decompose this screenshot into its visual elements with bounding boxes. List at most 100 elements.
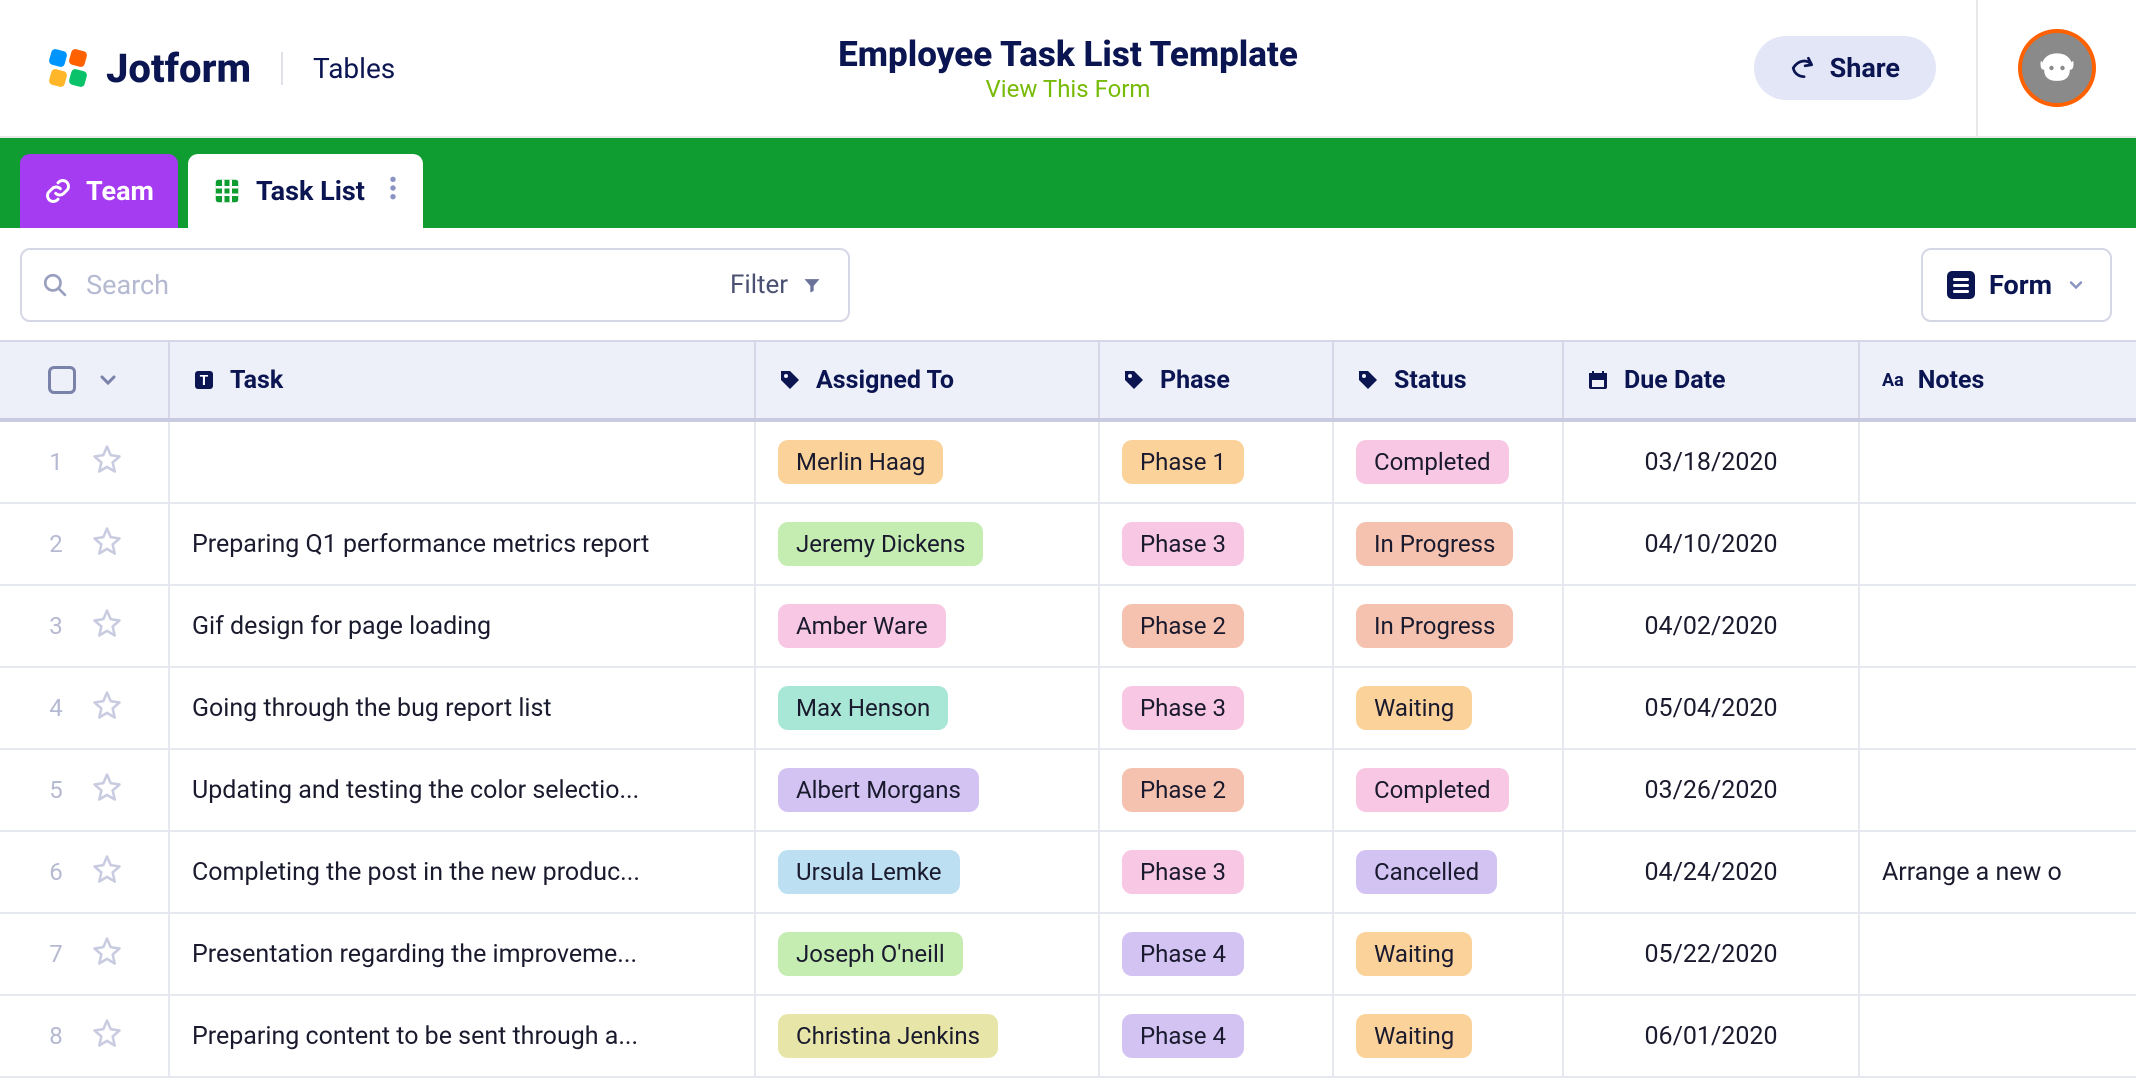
logo[interactable]: Jotform bbox=[44, 44, 251, 92]
form-button[interactable]: Form bbox=[1921, 248, 2112, 322]
cell-assigned[interactable]: Jeremy Dickens bbox=[756, 504, 1100, 584]
table-row[interactable]: 3Gif design for page loadingAmber WarePh… bbox=[0, 586, 2136, 668]
cell-due[interactable]: 05/22/2020 bbox=[1564, 914, 1860, 994]
cell-due[interactable]: 03/26/2020 bbox=[1564, 750, 1860, 830]
cell-task[interactable]: Preparing content to be sent through a..… bbox=[170, 996, 756, 1076]
cell-assigned[interactable]: Max Henson bbox=[756, 668, 1100, 748]
phase-tag: Phase 3 bbox=[1122, 522, 1244, 566]
phase-tag: Phase 1 bbox=[1122, 440, 1244, 484]
tables-label[interactable]: Tables bbox=[281, 52, 395, 85]
col-task[interactable]: T Task bbox=[170, 342, 756, 418]
assigned-tag: Merlin Haag bbox=[778, 440, 943, 484]
cell-task[interactable]: Updating and testing the color selectio.… bbox=[170, 750, 756, 830]
table-row[interactable]: 1Merlin HaagPhase 1Completed03/18/2020 bbox=[0, 422, 2136, 504]
col-phase[interactable]: Phase bbox=[1100, 342, 1334, 418]
cell-assigned[interactable]: Amber Ware bbox=[756, 586, 1100, 666]
search-box[interactable] bbox=[20, 248, 714, 322]
cell-status[interactable]: Waiting bbox=[1334, 668, 1564, 748]
row-number: 2 bbox=[46, 530, 66, 558]
cell-task[interactable]: Gif design for page loading bbox=[170, 586, 756, 666]
tab-tasklist[interactable]: Task List bbox=[188, 154, 423, 228]
cell-status[interactable]: Completed bbox=[1334, 750, 1564, 830]
cell-phase[interactable]: Phase 3 bbox=[1100, 668, 1334, 748]
cell-status[interactable]: Waiting bbox=[1334, 914, 1564, 994]
cell-due[interactable]: 05/04/2020 bbox=[1564, 668, 1860, 748]
col-due[interactable]: Due Date bbox=[1564, 342, 1860, 418]
assigned-tag: Max Henson bbox=[778, 686, 948, 730]
table-row[interactable]: 4Going through the bug report listMax He… bbox=[0, 668, 2136, 750]
star-button[interactable] bbox=[92, 1018, 122, 1054]
cell-task[interactable]: Completing the post in the new produc... bbox=[170, 832, 756, 912]
cell-status[interactable]: In Progress bbox=[1334, 586, 1564, 666]
cell-phase[interactable]: Phase 3 bbox=[1100, 504, 1334, 584]
cell-due[interactable]: 03/18/2020 bbox=[1564, 422, 1860, 502]
cell-phase[interactable]: Phase 2 bbox=[1100, 750, 1334, 830]
cell-due[interactable]: 04/24/2020 bbox=[1564, 832, 1860, 912]
cell-notes[interactable] bbox=[1860, 750, 2136, 830]
cell-notes[interactable]: Arrange a new o bbox=[1860, 832, 2136, 912]
cell-task[interactable]: Going through the bug report list bbox=[170, 668, 756, 748]
cell-notes[interactable] bbox=[1860, 504, 2136, 584]
cell-due[interactable]: 04/10/2020 bbox=[1564, 504, 1860, 584]
star-button[interactable] bbox=[92, 936, 122, 972]
table-row[interactable]: 2 Preparing Q1 performance metrics report… bbox=[0, 504, 2136, 586]
cell-notes[interactable] bbox=[1860, 914, 2136, 994]
table-row[interactable]: 8Preparing content to be sent through a.… bbox=[0, 996, 2136, 1078]
cell-status[interactable]: In Progress bbox=[1334, 504, 1564, 584]
table-row[interactable]: 5Updating and testing the color selectio… bbox=[0, 750, 2136, 832]
star-button[interactable] bbox=[92, 854, 122, 890]
cell-task[interactable]: Preparing Q1 performance metrics report bbox=[170, 504, 756, 584]
col-notes[interactable]: Aa Notes bbox=[1860, 342, 2136, 418]
form-icon bbox=[1947, 271, 1975, 299]
assigned-tag: Albert Morgans bbox=[778, 768, 979, 812]
cell-notes[interactable] bbox=[1860, 586, 2136, 666]
phase-tag: Phase 2 bbox=[1122, 604, 1244, 648]
cell-notes[interactable] bbox=[1860, 996, 2136, 1076]
table-row[interactable]: 7Presentation regarding the improveme...… bbox=[0, 914, 2136, 996]
cell-status[interactable]: Cancelled bbox=[1334, 832, 1564, 912]
select-all-checkbox[interactable] bbox=[48, 366, 76, 394]
cell-assigned[interactable]: Merlin Haag bbox=[756, 422, 1100, 502]
chevron-down-icon bbox=[2066, 275, 2086, 295]
calendar-icon bbox=[1586, 368, 1610, 392]
view-form-link[interactable]: View This Form bbox=[986, 75, 1151, 103]
cell-due[interactable]: 06/01/2020 bbox=[1564, 996, 1860, 1076]
tab-team[interactable]: Team bbox=[20, 154, 178, 228]
col-status-label: Status bbox=[1394, 366, 1467, 395]
cell-assigned[interactable]: Ursula Lemke bbox=[756, 832, 1100, 912]
status-tag: Cancelled bbox=[1356, 850, 1497, 894]
share-button[interactable]: Share bbox=[1754, 36, 1936, 100]
filter-button[interactable]: Filter bbox=[704, 248, 850, 322]
search-icon bbox=[42, 271, 68, 299]
search-input[interactable] bbox=[86, 269, 692, 301]
col-status[interactable]: Status bbox=[1334, 342, 1564, 418]
cell-phase[interactable]: Phase 4 bbox=[1100, 914, 1334, 994]
cell-phase[interactable]: Phase 3 bbox=[1100, 832, 1334, 912]
cell-status[interactable]: Waiting bbox=[1334, 996, 1564, 1076]
star-button[interactable] bbox=[92, 526, 122, 562]
star-button[interactable] bbox=[92, 608, 122, 644]
avatar[interactable] bbox=[2018, 29, 2096, 107]
star-button[interactable] bbox=[92, 444, 122, 480]
table-row[interactable]: 6Completing the post in the new produc..… bbox=[0, 832, 2136, 914]
star-button[interactable] bbox=[92, 690, 122, 726]
cell-status[interactable]: Completed bbox=[1334, 422, 1564, 502]
cell-phase[interactable]: Phase 4 bbox=[1100, 996, 1334, 1076]
form-label: Form bbox=[1989, 269, 2052, 301]
cell-notes[interactable] bbox=[1860, 668, 2136, 748]
chevron-down-icon[interactable] bbox=[96, 368, 120, 392]
cell-phase[interactable]: Phase 2 bbox=[1100, 586, 1334, 666]
page-title-block: Employee Task List Template View This Fo… bbox=[838, 34, 1298, 103]
cell-assigned[interactable]: Christina Jenkins bbox=[756, 996, 1100, 1076]
cell-due[interactable]: 04/02/2020 bbox=[1564, 586, 1860, 666]
cell-assigned[interactable]: Joseph O'neill bbox=[756, 914, 1100, 994]
cell-task[interactable]: Presentation regarding the improveme... bbox=[170, 914, 756, 994]
cell-assigned[interactable]: Albert Morgans bbox=[756, 750, 1100, 830]
cell-notes[interactable] bbox=[1860, 422, 2136, 502]
tab-menu-button[interactable] bbox=[379, 175, 407, 208]
cell-task[interactable] bbox=[170, 422, 756, 502]
col-assigned[interactable]: Assigned To bbox=[756, 342, 1100, 418]
text-aa-icon: Aa bbox=[1882, 370, 1904, 391]
star-button[interactable] bbox=[92, 772, 122, 808]
cell-phase[interactable]: Phase 1 bbox=[1100, 422, 1334, 502]
